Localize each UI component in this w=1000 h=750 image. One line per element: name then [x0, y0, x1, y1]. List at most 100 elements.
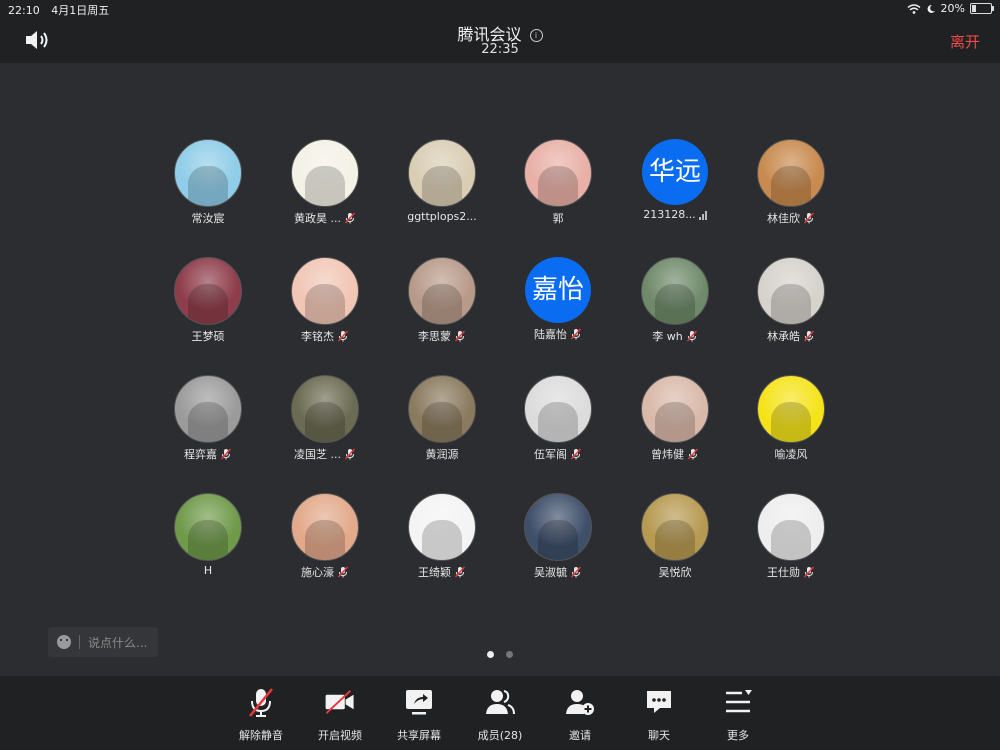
members-button[interactable]: 成员(28)	[460, 686, 540, 743]
members-label: 成员(28)	[477, 729, 523, 742]
participant-name-row: 伍军阁	[503, 446, 613, 462]
participant-tile[interactable]: H	[153, 493, 263, 577]
participant-name-row: 凌国芝 ...	[270, 446, 380, 462]
participant-tile[interactable]: 王仕勋	[736, 493, 846, 580]
participant-tile[interactable]: 黄政昊 ...	[270, 139, 380, 226]
meeting-toolbar: 解除静音 开启视频 共享屏幕 成员(28) 邀请 聊天 更多	[0, 676, 1000, 750]
participant-tile[interactable]: 常汝宸	[153, 139, 263, 226]
page-indicator[interactable]	[0, 651, 1000, 658]
avatar	[641, 257, 709, 325]
participant-name-row: 李思蒙	[387, 328, 497, 344]
avatar	[757, 257, 825, 325]
participant-tile[interactable]: 吴淑毓	[503, 493, 613, 580]
participant-tile[interactable]: 曾炜健	[620, 375, 730, 462]
participant-name-row: 213128...	[620, 208, 730, 221]
participant-tile[interactable]: 李思蒙	[387, 257, 497, 344]
participant-grid: 常汝宸 黄政昊 ... ggttplops2... 郭 华远 213128... 林佳欣王梦…	[0, 63, 1000, 673]
avatar	[757, 375, 825, 443]
more-button[interactable]: 更多	[698, 686, 778, 743]
emoji-icon[interactable]	[57, 635, 71, 649]
participant-name: 王梦硕	[191, 330, 225, 343]
participant-name-row: 李 wh	[620, 328, 730, 344]
start-video-button[interactable]: 开启视频	[300, 686, 380, 743]
more-icon	[726, 690, 752, 713]
participant-tile[interactable]: 凌国芝 ...	[270, 375, 380, 462]
participant-tile[interactable]: 黄润源	[387, 375, 497, 462]
battery-percent: 20%	[940, 2, 965, 15]
divider	[79, 635, 80, 649]
chat-icon	[647, 691, 671, 713]
avatar	[291, 493, 359, 561]
avatar	[641, 493, 709, 561]
participant-tile[interactable]: 华远 213128...	[620, 139, 730, 221]
mic-muted-icon	[570, 328, 582, 340]
status-date: 4月1日周五	[51, 4, 110, 17]
participant-name-row: 吴悦欣	[620, 564, 730, 580]
participant-tile[interactable]: 李 wh	[620, 257, 730, 344]
participant-tile[interactable]: 王梦硕	[153, 257, 263, 344]
avatar: 嘉怡	[525, 257, 591, 323]
unmute-button[interactable]: 解除静音	[221, 686, 301, 743]
participant-tile[interactable]: 王绮颖	[387, 493, 497, 580]
avatar	[524, 139, 592, 207]
mic-muted-icon	[454, 330, 466, 342]
participant-name-row: 黄润源	[387, 446, 497, 462]
meeting-timer: 22:35	[481, 42, 519, 57]
participant-name-row: 林佳欣	[736, 210, 846, 226]
participant-name: 吴悦欣	[658, 566, 692, 579]
avatar	[524, 375, 592, 443]
participant-tile[interactable]: 嘉怡 陆嘉怡	[503, 257, 613, 342]
mic-muted-icon	[686, 330, 698, 342]
chat-placeholder: 说点什么...	[88, 635, 148, 650]
participant-tile[interactable]: 吴悦欣	[620, 493, 730, 580]
participant-name: 伍军阁	[534, 448, 567, 461]
participant-tile[interactable]: 林承皓	[736, 257, 846, 344]
avatar	[174, 139, 242, 207]
avatar	[174, 257, 242, 325]
avatar	[408, 493, 476, 561]
chat-button[interactable]: 聊天	[619, 686, 699, 743]
avatar	[641, 375, 709, 443]
mic-muted-icon	[570, 566, 582, 578]
participant-name-row: H	[153, 564, 263, 577]
wifi-icon	[907, 3, 921, 14]
invite-label: 邀请	[569, 729, 591, 742]
participant-tile[interactable]: 程弈嘉	[153, 375, 263, 462]
status-bar: 22:10 4月1日周五 20%	[0, 0, 1000, 18]
participant-tile[interactable]: ggttplops2...	[387, 139, 497, 223]
mic-off-icon	[249, 688, 273, 717]
avatar	[174, 375, 242, 443]
participant-name-row: 王仕勋	[736, 564, 846, 580]
share-screen-button[interactable]: 共享屏幕	[379, 686, 459, 743]
invite-icon	[566, 690, 594, 715]
participant-name-row: 李铭杰	[270, 328, 380, 344]
battery-icon	[970, 3, 994, 14]
mic-muted-icon	[570, 448, 582, 460]
participant-name: 郭	[552, 212, 564, 225]
mic-muted-icon	[337, 566, 349, 578]
avatar	[757, 493, 825, 561]
participant-name-row: 吴淑毓	[503, 564, 613, 580]
participant-name: 李思蒙	[418, 330, 451, 343]
participant-name-row: 王绮颖	[387, 564, 497, 580]
participant-name: 黄润源	[425, 448, 459, 461]
participant-name: 林佳欣	[767, 212, 800, 225]
participant-tile[interactable]: 施心濠	[270, 493, 380, 580]
participant-name: H	[203, 564, 213, 577]
page-dot-2[interactable]	[506, 651, 513, 658]
page-dot-1[interactable]	[487, 651, 494, 658]
participant-tile[interactable]: 林佳欣	[736, 139, 846, 226]
leave-button[interactable]: 离开	[950, 31, 980, 52]
invite-button[interactable]: 邀请	[540, 686, 620, 743]
participant-tile[interactable]: 郭	[503, 139, 613, 226]
info-icon[interactable]: i	[529, 29, 543, 42]
participant-name: 凌国芝 ...	[294, 448, 341, 461]
participant-tile[interactable]: 伍军阁	[503, 375, 613, 462]
participant-tile[interactable]: 李铭杰	[270, 257, 380, 344]
avatar	[291, 139, 359, 207]
participant-tile[interactable]: 喻凌风	[736, 375, 846, 462]
avatar	[408, 375, 476, 443]
participant-name: 李铭杰	[301, 330, 334, 343]
participant-name: 王绮颖	[418, 566, 451, 579]
start-video-label: 开启视频	[318, 729, 362, 742]
